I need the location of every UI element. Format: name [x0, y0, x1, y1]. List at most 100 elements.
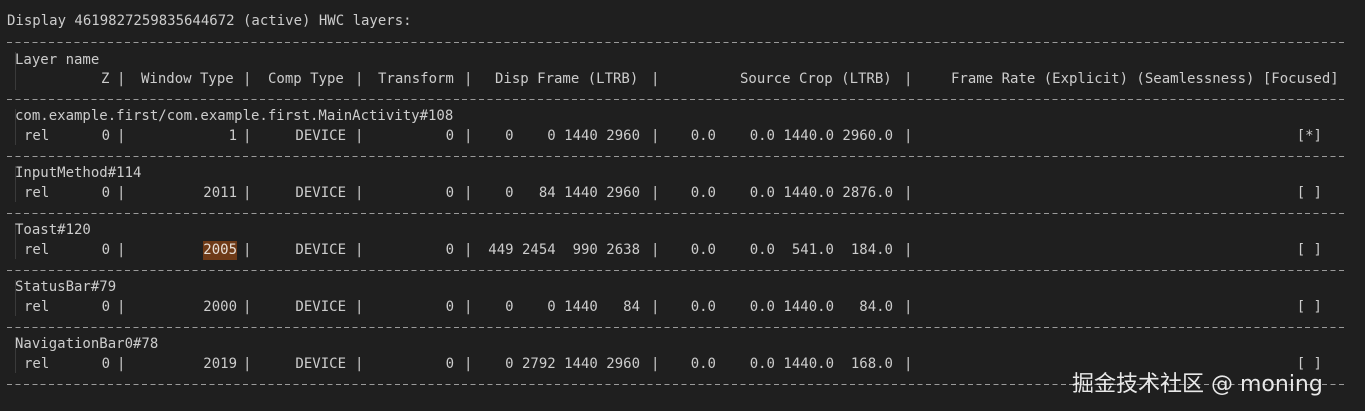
pipe: | — [243, 128, 252, 144]
disp-frame-value: 0 — [505, 128, 514, 144]
watermark: 掘金技术社区 @ moning — [1072, 372, 1323, 397]
disp-frame-value: 0 — [547, 299, 556, 315]
source-crop-value: 2960.0 — [842, 128, 893, 144]
pipe: | — [464, 242, 473, 258]
pipe: | — [355, 185, 364, 201]
header-pipe: | — [904, 71, 913, 87]
layer-comp-type: DEVICE — [295, 185, 346, 201]
divider — [7, 213, 1346, 214]
layer-name: Toast#120 — [15, 222, 91, 238]
layer-comp-type: DEVICE — [295, 356, 346, 372]
layer-rel: rel — [24, 242, 50, 258]
source-crop-value: 1440.0 — [783, 128, 834, 144]
layer-transform: 0 — [445, 356, 454, 372]
pipe: | — [651, 356, 660, 372]
source-crop-value: 0.0 — [749, 128, 775, 144]
disp-frame-value: 2454 — [521, 242, 556, 258]
source-crop-value: 0.0 — [690, 299, 716, 315]
pipe: | — [651, 185, 660, 201]
layer-comp-type: DEVICE — [295, 299, 346, 315]
header-transform: Transform — [378, 71, 454, 87]
divider — [7, 270, 1346, 271]
source-crop-value: 1440.0 — [783, 299, 834, 315]
pipe: | — [904, 299, 913, 315]
header-pipe: | — [464, 71, 473, 87]
source-crop-value: 0.0 — [690, 128, 716, 144]
source-crop-value: 2876.0 — [842, 185, 893, 201]
disp-frame-value: 2960 — [606, 128, 640, 144]
layer-rel: rel — [24, 356, 50, 372]
source-crop-value: 0.0 — [749, 299, 775, 315]
pipe: | — [355, 299, 364, 315]
pipe: | — [117, 299, 126, 315]
display-title: Display 4619827259835644672 (active) HWC… — [7, 13, 412, 29]
layer-comp-type: DEVICE — [295, 242, 346, 258]
layer-window-type: 2011 — [203, 185, 237, 201]
pipe: | — [117, 128, 126, 144]
disp-frame-value: 449 — [488, 242, 514, 258]
pipe: | — [117, 242, 126, 258]
pipe: | — [355, 128, 364, 144]
layer-z: 0 — [101, 242, 110, 258]
pipe: | — [464, 185, 473, 201]
divider — [7, 327, 1346, 328]
disp-frame-value: 990 — [572, 242, 598, 258]
header-frame-rate: Frame Rate (Explicit) (Seamlessness) [Fo… — [951, 71, 1339, 87]
pipe: | — [355, 356, 364, 372]
disp-frame-value: 2960 — [606, 356, 640, 372]
pipe: | — [117, 356, 126, 372]
source-crop-value: 541.0 — [791, 242, 834, 258]
layer-name: com.example.first/com.example.first.Main… — [15, 108, 454, 124]
pipe: | — [904, 185, 913, 201]
source-crop-value: 168.0 — [850, 356, 893, 372]
disp-frame-value: 0 — [505, 356, 514, 372]
layer-transform: 0 — [445, 128, 454, 144]
pipe: | — [904, 128, 913, 144]
layer-window-type-highlighted: 2005 — [203, 241, 237, 260]
source-crop-value: 0.0 — [690, 185, 716, 201]
layer-window-type: 2019 — [203, 356, 237, 372]
pipe: | — [355, 242, 364, 258]
pipe: | — [117, 185, 126, 201]
layer-name: NavigationBar0#78 — [15, 336, 159, 352]
disp-frame-value: 1440 — [564, 128, 598, 144]
layer-window-type: 1 — [228, 128, 237, 144]
header-source-crop: Source Crop (LTRB) — [740, 71, 892, 87]
disp-frame-value: 1440 — [564, 185, 598, 201]
layer-z: 0 — [101, 128, 110, 144]
layer-window-type: 2000 — [203, 299, 237, 315]
divider — [7, 99, 1346, 100]
layer-rel: rel — [24, 299, 50, 315]
source-crop-value: 0.0 — [749, 185, 775, 201]
pipe: | — [464, 299, 473, 315]
layer-name: StatusBar#79 — [15, 279, 117, 295]
header-pipe: | — [355, 71, 364, 87]
disp-frame-value: 2792 — [521, 356, 556, 372]
source-crop-value: 0.0 — [690, 356, 716, 372]
source-crop-value: 184.0 — [850, 242, 893, 258]
layer-rel: rel — [24, 185, 50, 201]
disp-frame-value: 84 — [623, 299, 640, 315]
layer-transform: 0 — [445, 299, 454, 315]
layer-name: InputMethod#114 — [15, 165, 142, 181]
header-window-type: Window Type — [141, 71, 234, 87]
layer-transform: 0 — [445, 185, 454, 201]
header-z: Z — [101, 71, 110, 87]
header-pipe: | — [117, 71, 126, 87]
focused-indicator: [ ] — [1296, 299, 1322, 315]
header-disp-frame: Disp Frame (LTRB) — [495, 71, 639, 87]
pipe: | — [904, 242, 913, 258]
pipe: | — [464, 128, 473, 144]
header-pipe: | — [243, 71, 252, 87]
disp-frame-value: 84 — [538, 185, 556, 201]
layer-z: 0 — [101, 299, 110, 315]
header-comp-type: Comp Type — [268, 71, 344, 87]
source-crop-value: 0.0 — [690, 242, 716, 258]
source-crop-value: 0.0 — [749, 242, 775, 258]
source-crop-value: 1440.0 — [783, 356, 834, 372]
disp-frame-value: 2638 — [606, 242, 640, 258]
layer-rel: rel — [24, 128, 50, 144]
disp-frame-value: 2960 — [606, 185, 640, 201]
divider — [7, 156, 1346, 157]
disp-frame-value: 0 — [505, 299, 514, 315]
